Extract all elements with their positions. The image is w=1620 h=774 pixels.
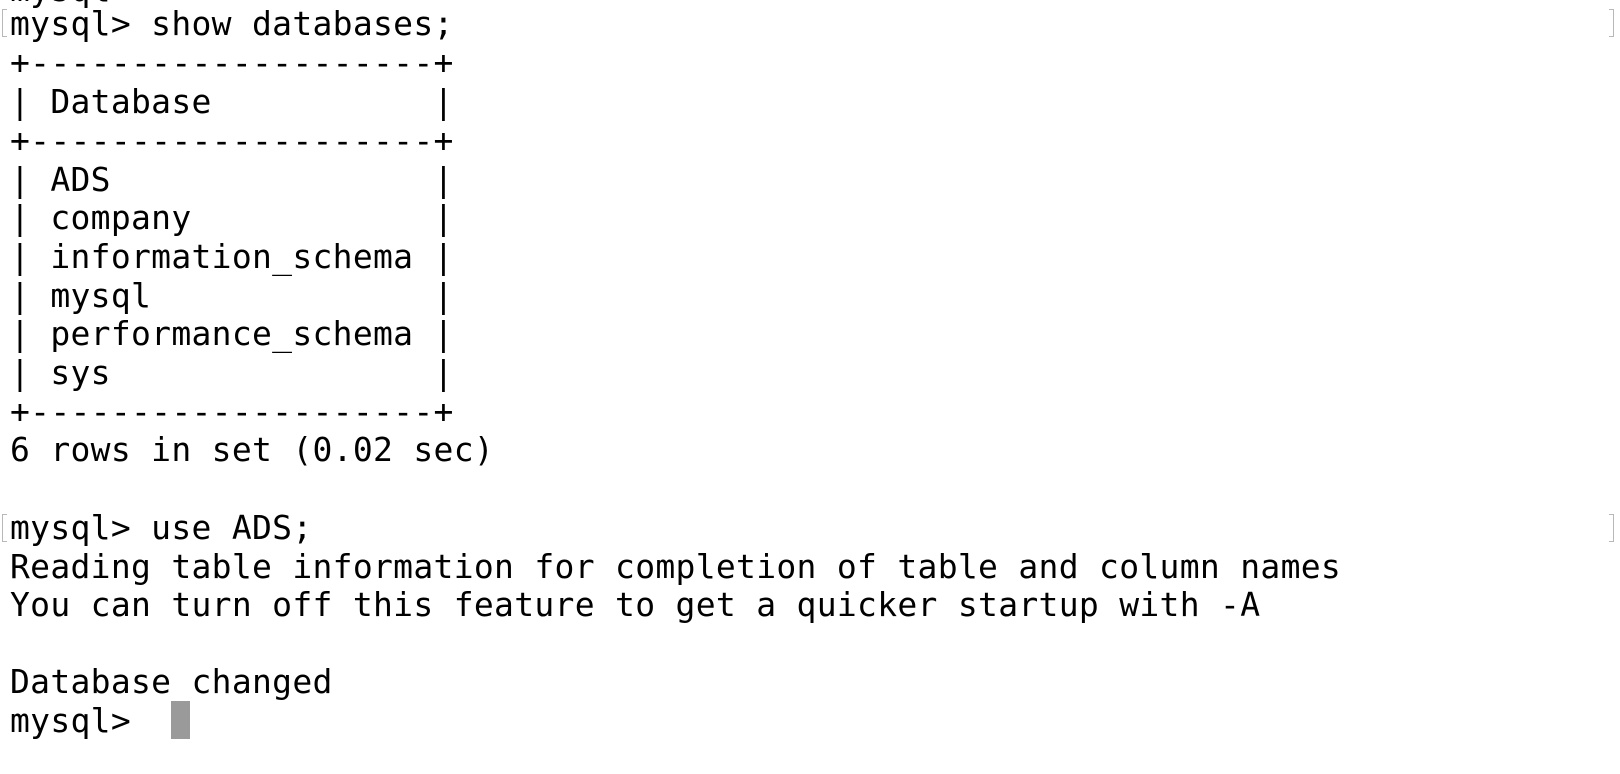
table-border: +--------------------+ (10, 392, 454, 431)
table-row: | mysql | (10, 276, 454, 315)
command-mark-icon (2, 514, 7, 542)
status-line: Database changed (10, 662, 333, 701)
table-header-row: | Database | (10, 82, 454, 121)
prompt-line[interactable]: mysql> (10, 701, 191, 741)
table-border: +--------------------+ (10, 43, 454, 82)
prompt-text: mysql> (10, 701, 152, 740)
command-line: mysql> use ADS; (10, 508, 313, 547)
output-line: You can turn off this feature to get a q… (10, 585, 1261, 624)
table-border: +--------------------+ (10, 121, 454, 160)
command-line: mysql> show databases; (10, 4, 454, 43)
table-row: | information_schema | (10, 237, 454, 276)
terminal-window[interactable]: mysql> mysql> show databases; +---------… (0, 0, 1620, 774)
command-mark-icon (2, 9, 7, 37)
table-row: | sys | (10, 353, 454, 392)
text-cursor (171, 701, 191, 739)
command-mark-icon (1609, 9, 1614, 37)
command-mark-icon (1609, 514, 1614, 542)
table-row: | company | (10, 198, 454, 237)
output-line: Reading table information for completion… (10, 547, 1342, 586)
result-summary: 6 rows in set (0.02 sec) (10, 430, 495, 469)
table-row: | performance_schema | (10, 314, 454, 353)
table-row: | ADS | (10, 160, 454, 199)
